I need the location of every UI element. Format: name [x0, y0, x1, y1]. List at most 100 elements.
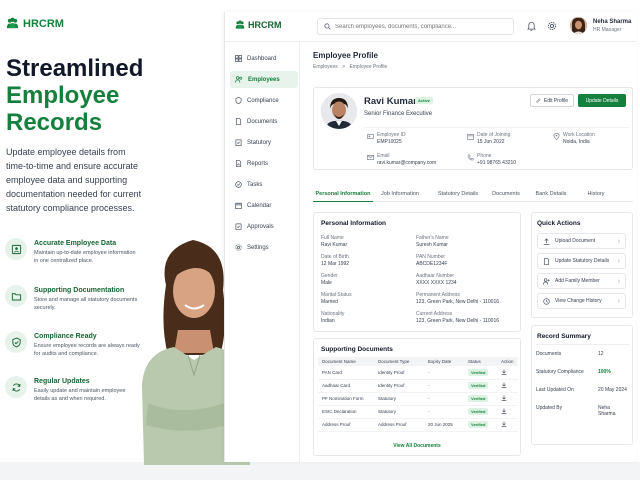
download-icon[interactable] [501, 382, 507, 388]
upload-icon [543, 237, 550, 245]
sidebar-item-tasks[interactable]: Tasks [230, 176, 298, 193]
doc-expiry: 20 Jun 2025 [424, 418, 464, 432]
add-family-member-button[interactable]: Add Family Member › [537, 273, 626, 289]
mail-icon [367, 155, 374, 160]
column-header: Document Name [318, 357, 374, 366]
work-location-value: Noida, India [563, 139, 590, 145]
divider [536, 344, 630, 345]
hero-heading: Streamlined Employee Records [6, 55, 216, 136]
breadcrumb-current: Employee Profile [349, 64, 388, 70]
chevron-right-icon: › [617, 257, 620, 265]
user-avatar[interactable] [570, 17, 587, 34]
quick-action-label: Add Family Member [555, 278, 600, 284]
tab-history[interactable]: History [577, 186, 615, 202]
breadcrumb-root[interactable]: Employees [313, 64, 338, 70]
profile-tabs: Personal Information Job Information Sta… [313, 186, 633, 202]
update-details-label: Update Details [585, 97, 619, 104]
table-row: Address Proof Address Proof 20 Jun 2025 Ver… [318, 418, 518, 432]
sidebar-item-label: Approvals [247, 223, 274, 230]
sidebar-item-label: Compliance [247, 97, 279, 104]
employee-id-label: Employee ID [377, 132, 406, 138]
sidebar-item-calendar[interactable]: Calendar [230, 197, 298, 214]
feature-title: Accurate Employee Data [34, 240, 117, 247]
breadcrumb: Employees > Employee Profile [313, 64, 387, 70]
sidebar-item-label: Employees [248, 76, 280, 83]
search-bar[interactable] [317, 18, 514, 35]
tab-documents[interactable]: Documents [487, 186, 525, 202]
bell-icon[interactable] [527, 21, 536, 31]
sidebar-item-reports[interactable]: Reports [230, 155, 298, 172]
search-input[interactable] [335, 23, 505, 30]
sidebar-item-label: Calendar [247, 202, 272, 209]
gear-icon [235, 244, 242, 251]
sidebar-item-employees[interactable]: Employees [230, 71, 298, 88]
app-logo[interactable]: HRCRM [235, 20, 282, 30]
edit-profile-button[interactable]: Edit Profile [530, 94, 574, 107]
landing-page: HRCRM Streamlined Employee Records Updat… [0, 0, 640, 480]
column-header: Document Type [374, 357, 424, 366]
app-window: HRCRM Neha Sharma HR Manager Dashboard E… [224, 12, 637, 462]
doc-expiry: - [424, 366, 464, 380]
field-value: 12 Mar 1992 [321, 261, 350, 267]
download-icon[interactable] [501, 408, 507, 414]
status-badge: Verified [468, 421, 489, 428]
summary-value: 20 May 2024 [598, 387, 627, 393]
employee-name: Ravi Kumar [364, 96, 417, 107]
section-title: Record Summary [537, 333, 591, 340]
sidebar-item-label: Documents [247, 118, 278, 125]
status-badge: Verified [468, 368, 489, 376]
update-details-button[interactable]: Update Details [578, 94, 626, 107]
summary-row: Last Updated On 20 May 2024 [536, 387, 628, 393]
sidebar-item-label: Dashboard [247, 55, 277, 62]
download-icon[interactable] [501, 369, 507, 375]
brand-logo[interactable]: HRCRM [6, 17, 64, 30]
people-logo-icon [6, 17, 19, 29]
doj-label: Date of Joining [477, 132, 511, 138]
grid-icon [235, 55, 242, 62]
view-change-history-button[interactable]: View Change History › [537, 293, 626, 309]
chevron-right-icon: › [617, 297, 620, 305]
feature-item: Compliance Ready Ensure employee records … [5, 331, 140, 358]
field-label: Full Name [321, 235, 344, 241]
download-icon[interactable] [501, 421, 507, 427]
sidebar-item-documents[interactable]: Documents [230, 113, 298, 130]
summary-value: Neha Sharma [598, 405, 616, 417]
field-value: ABCDE1234F [416, 261, 448, 267]
hero-title-line2: Employee [6, 82, 120, 109]
update-statutory-details-button[interactable]: Update Statutory Details › [537, 253, 626, 269]
sidebar-item-dashboard[interactable]: Dashboard [230, 50, 298, 67]
hero-title-line1: Streamlined [6, 55, 144, 82]
sidebar-item-settings[interactable]: Settings [230, 239, 298, 256]
field-label: Father's Name [416, 235, 449, 241]
calendar-icon [467, 134, 474, 140]
tab-job-information[interactable]: Job Information [375, 186, 425, 202]
column-header: Action [497, 357, 518, 366]
doc-name: PF Nomination Form [318, 392, 374, 406]
id-card-icon [5, 238, 27, 260]
sidebar-item-approvals[interactable]: Approvals [230, 218, 298, 235]
sidebar-item-compliance[interactable]: Compliance [230, 92, 298, 109]
tab-bank-details[interactable]: Bank Details [527, 186, 575, 202]
doc-type: Identity Proof [374, 366, 424, 380]
gear-icon[interactable] [547, 21, 557, 31]
field-label: Aadhaar Number [416, 273, 455, 279]
table-row: Aadhaar Card Identity Proof - Verified [318, 379, 518, 393]
hero-title-line3: Records [6, 109, 103, 136]
feature-item: Regular Updates Easily update and maintai… [5, 376, 140, 403]
email-value: ravi.kumar@company.com [377, 160, 437, 166]
record-summary-card: Record Summary Documents 12 Statutory Com… [531, 325, 633, 445]
doc-type: Address Proof [374, 418, 424, 432]
download-icon[interactable] [501, 395, 507, 401]
sidebar-item-label: Reports [247, 160, 269, 167]
doj-value: 15 Jun 2022 [477, 139, 505, 145]
sidebar-item-statutory[interactable]: Statutory [230, 134, 298, 151]
table-row: ESIC Declaration Statutory - Verified [318, 405, 518, 419]
divider [364, 127, 629, 128]
feature-desc: Maintain up-to-date employee information… [34, 250, 136, 264]
tab-personal-information[interactable]: Personal Information [313, 186, 373, 202]
employee-avatar [321, 93, 357, 129]
tab-statutory-details[interactable]: Statutory Details [431, 186, 485, 202]
view-all-documents-link[interactable]: View All Documents [314, 443, 520, 449]
employee-id-value: EMP10025 [377, 139, 402, 145]
upload-document-button[interactable]: Upload Document › [537, 233, 626, 249]
